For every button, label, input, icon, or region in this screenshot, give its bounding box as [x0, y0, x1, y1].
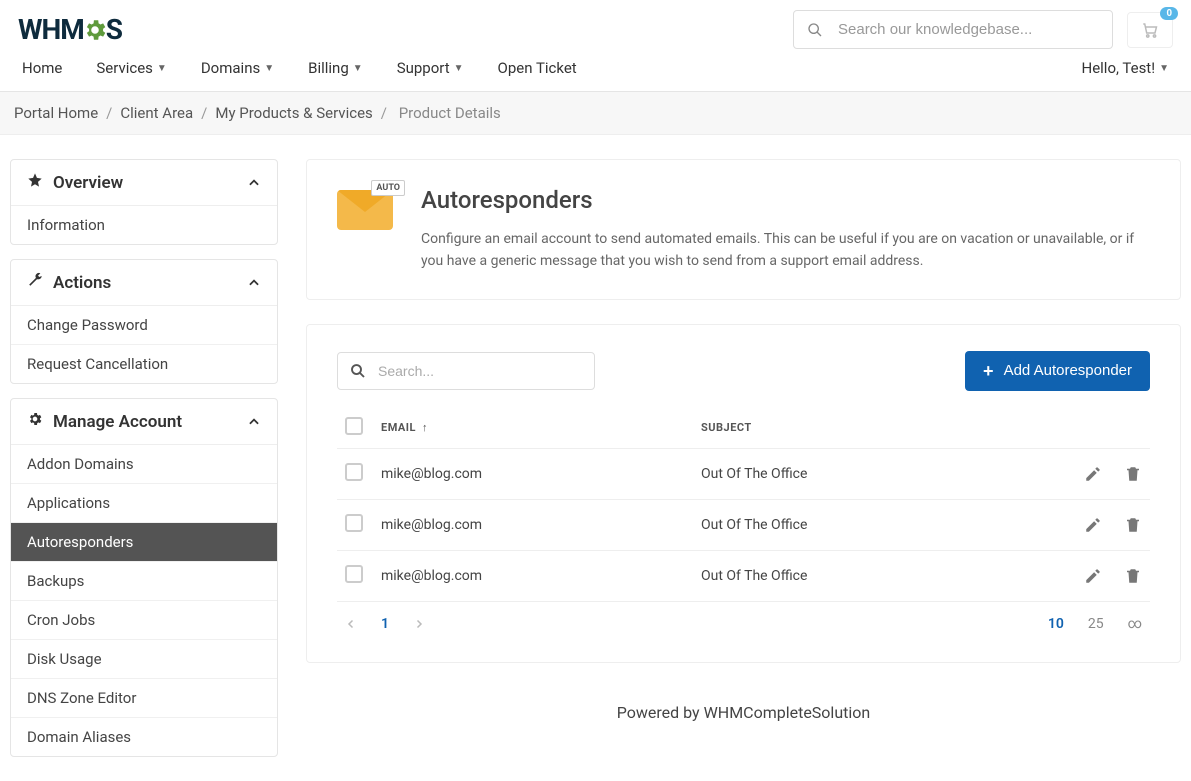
sidebar-manage-panel: Manage Account Addon DomainsApplications…	[10, 398, 278, 757]
star-icon	[27, 172, 43, 188]
chevron-up-icon	[247, 176, 261, 190]
page-size-selector: 10 25 ∞	[1048, 616, 1142, 632]
cell-subject: Out Of The Office	[701, 466, 1042, 482]
page-title: Autoresponders	[421, 186, 1150, 214]
page-number[interactable]: 1	[381, 616, 389, 632]
wrench-icon	[27, 272, 43, 288]
sidebar-item-domain-aliases[interactable]: Domain Aliases	[11, 717, 277, 756]
page-description: Configure an email account to send autom…	[421, 228, 1150, 273]
sidebar-item-dns-zone-editor[interactable]: DNS Zone Editor	[11, 678, 277, 717]
footer-text: Powered by WHMCompleteSolution	[306, 687, 1181, 738]
breadcrumb-link[interactable]: My Products & Services	[215, 104, 372, 122]
kb-search	[793, 10, 1113, 49]
breadcrumb: Portal Home/Client Area/My Products & Se…	[0, 92, 1191, 135]
brand-text-right: S	[106, 13, 122, 46]
sidebar-item-cron-jobs[interactable]: Cron Jobs	[11, 600, 277, 639]
search-icon	[349, 362, 367, 380]
sidebar-item-autoresponders[interactable]: Autoresponders	[11, 522, 277, 561]
page-intro-card: AUTO Autoresponders Configure an email a…	[306, 159, 1181, 300]
gear-icon	[27, 411, 43, 427]
cell-email: mike@blog.com	[381, 568, 701, 584]
nav-item-services[interactable]: Services ▼	[96, 59, 166, 77]
cell-subject: Out Of The Office	[701, 517, 1042, 533]
nav-item-home[interactable]: Home	[22, 59, 62, 77]
cart-badge: 0	[1160, 7, 1178, 20]
plus-icon: +	[983, 362, 994, 380]
cell-email: mike@blog.com	[381, 517, 701, 533]
breadcrumb-link[interactable]: Portal Home	[14, 104, 98, 122]
sidebar-actions-panel: Actions Change PasswordRequest Cancellat…	[10, 259, 278, 384]
sidebar-item-request-cancellation[interactable]: Request Cancellation	[11, 344, 277, 383]
autoresponder-icon: AUTO	[337, 186, 393, 230]
chevron-down-icon: ▼	[1159, 63, 1169, 74]
breadcrumb-current: Product Details	[399, 104, 501, 122]
sidebar-overview-panel: Overview Information	[10, 159, 278, 245]
chevron-down-icon: ▼	[454, 63, 464, 74]
kb-search-input[interactable]	[793, 10, 1113, 49]
autoresponders-table: EMAIL↑ SUBJECT mike@blog.comOut Of The O…	[337, 407, 1150, 636]
edit-button[interactable]	[1084, 516, 1102, 534]
cart-icon	[1140, 21, 1160, 39]
delete-button[interactable]	[1124, 465, 1142, 483]
nav-item-domains[interactable]: Domains ▼	[201, 59, 274, 77]
chevron-up-icon	[247, 415, 261, 429]
autoresponders-card: + Add Autoresponder EMAIL↑ SUBJECT mike@…	[306, 324, 1181, 663]
table-search-input[interactable]	[337, 352, 595, 390]
sidebar-manage-header[interactable]: Manage Account	[11, 399, 277, 445]
main-nav: Home Services ▼ Domains ▼ Billing ▼ Support …	[22, 59, 577, 77]
nav-item-support[interactable]: Support ▼	[397, 59, 464, 77]
cart-button[interactable]: 0	[1127, 12, 1173, 48]
sidebar-item-applications[interactable]: Applications	[11, 483, 277, 522]
select-all-checkbox[interactable]	[345, 417, 363, 435]
chevron-down-icon: ▼	[264, 63, 274, 74]
page-size-option[interactable]: 10	[1048, 616, 1064, 632]
sidebar-item-disk-usage[interactable]: Disk Usage	[11, 639, 277, 678]
cell-email: mike@blog.com	[381, 466, 701, 482]
nav-item-open-ticket[interactable]: Open Ticket	[498, 59, 577, 77]
add-autoresponder-button[interactable]: + Add Autoresponder	[965, 351, 1150, 391]
sidebar-item-change-password[interactable]: Change Password	[11, 306, 277, 344]
breadcrumb-link[interactable]: Client Area	[120, 104, 193, 122]
table-row: mike@blog.comOut Of The Office	[337, 500, 1150, 551]
chevron-up-icon	[247, 276, 261, 290]
brand-logo[interactable]: WHM S	[18, 13, 122, 46]
column-header-email[interactable]: EMAIL↑	[381, 421, 701, 434]
row-checkbox[interactable]	[345, 565, 363, 583]
brand-text-left: WHM	[18, 13, 84, 46]
table-search	[337, 352, 595, 390]
pagination: 1	[345, 616, 425, 632]
gear-icon	[82, 17, 108, 43]
edit-button[interactable]	[1084, 567, 1102, 585]
chevron-down-icon: ▼	[157, 63, 167, 74]
row-checkbox[interactable]	[345, 463, 363, 481]
page-prev-button[interactable]	[345, 618, 357, 630]
sidebar-item-backups[interactable]: Backups	[11, 561, 277, 600]
sidebar-actions-header[interactable]: Actions	[11, 260, 277, 306]
edit-button[interactable]	[1084, 465, 1102, 483]
chevron-down-icon: ▼	[353, 63, 363, 74]
search-icon	[807, 22, 823, 38]
page-next-button[interactable]	[413, 618, 425, 630]
nav-item-billing[interactable]: Billing ▼	[308, 59, 363, 77]
page-size-option[interactable]: 25	[1088, 616, 1104, 632]
delete-button[interactable]	[1124, 516, 1142, 534]
user-menu[interactable]: Hello, Test! ▼	[1082, 59, 1170, 77]
row-checkbox[interactable]	[345, 514, 363, 532]
delete-button[interactable]	[1124, 567, 1142, 585]
sidebar-overview-header[interactable]: Overview	[11, 160, 277, 206]
sort-asc-icon: ↑	[422, 421, 428, 434]
user-greeting: Hello, Test!	[1082, 59, 1156, 77]
sidebar-item-information[interactable]: Information	[11, 206, 277, 244]
table-row: mike@blog.comOut Of The Office	[337, 551, 1150, 602]
sidebar-item-addon-domains[interactable]: Addon Domains	[11, 445, 277, 483]
page-size-option[interactable]: ∞	[1128, 616, 1142, 632]
table-row: mike@blog.comOut Of The Office	[337, 449, 1150, 500]
column-header-subject[interactable]: SUBJECT	[701, 421, 1042, 434]
cell-subject: Out Of The Office	[701, 568, 1042, 584]
